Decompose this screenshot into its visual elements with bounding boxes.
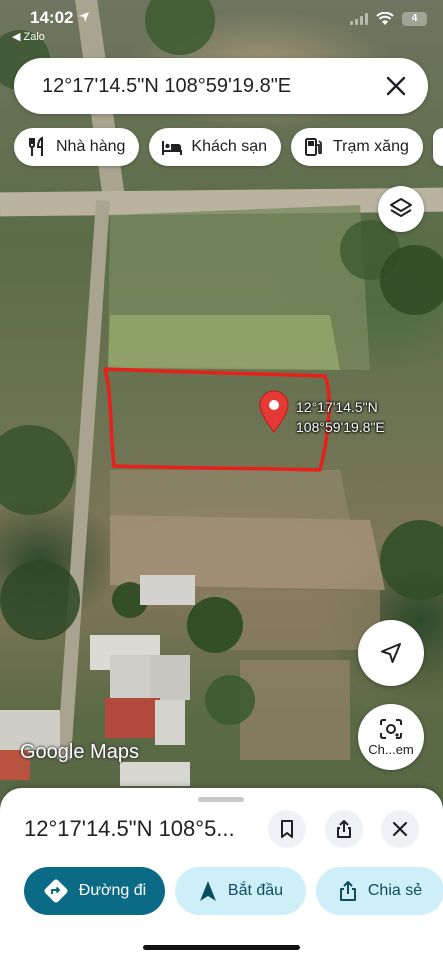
clock: 14:02 [30, 8, 74, 27]
layers-button[interactable] [378, 186, 424, 232]
gas-station-icon [305, 138, 322, 156]
layers-icon [390, 198, 412, 217]
category-chips: Nhà hàng Khách sạn Trạm xăng [14, 128, 443, 166]
my-location-button[interactable] [358, 620, 424, 686]
share-icon [337, 820, 351, 838]
chip-restaurants[interactable]: Nhà hàng [14, 128, 140, 166]
chip-gas-stations[interactable]: Trạm xăng [291, 128, 423, 166]
navigation-arrow-icon [381, 643, 401, 663]
start-label: Bắt đầu [227, 882, 284, 899]
directions-icon [44, 879, 68, 903]
save-button[interactable] [268, 810, 306, 848]
back-to-app-link[interactable]: ◀ Zalo [12, 30, 45, 43]
location-arrow-icon [79, 12, 89, 22]
chip-more[interactable] [432, 128, 443, 166]
cellular-signal-icon [350, 13, 368, 25]
pin-longitude: 108°59'19.8"E [296, 419, 385, 435]
home-indicator[interactable] [143, 945, 300, 950]
lens-button[interactable]: Ch...em [358, 704, 424, 770]
search-bar[interactable]: 12°17'14.5"N 108°59'19.8"E [14, 58, 428, 114]
status-icons: 4 [350, 12, 427, 26]
share-top-button[interactable] [325, 810, 363, 848]
close-icon[interactable] [380, 70, 412, 102]
restaurant-icon [29, 136, 43, 156]
chip-label: Nhà hàng [56, 138, 126, 155]
pin-latitude: 12°17'14.5"N [296, 399, 378, 415]
location-pin-icon[interactable] [258, 390, 290, 434]
close-sheet-button[interactable] [381, 810, 419, 848]
lens-label: Ch...em [368, 741, 414, 757]
share-label: Chia sẻ [367, 882, 423, 899]
navigation-icon [199, 881, 216, 901]
chip-hotels[interactable]: Khách sạn [149, 128, 281, 166]
chip-label: Trạm xăng [333, 138, 409, 155]
camera-lens-icon [380, 718, 402, 739]
battery-indicator: 4 [402, 12, 427, 26]
directions-label: Đường đi [78, 882, 147, 899]
action-buttons: Đường đi Bắt đầu Chia sẻ [24, 867, 443, 915]
bookmark-icon [281, 820, 293, 838]
share-button[interactable]: Chia sẻ [316, 867, 443, 915]
hotel-icon [162, 141, 183, 155]
start-button[interactable]: Bắt đầu [175, 867, 306, 915]
share-icon [339, 881, 356, 901]
place-title: 12°17'14.5"N 108°5... [24, 816, 235, 841]
search-query[interactable]: 12°17'14.5"N 108°59'19.8"E [42, 75, 291, 98]
wifi-icon [376, 12, 394, 25]
chip-label: Khách sạn [191, 138, 267, 155]
directions-button[interactable]: Đường đi [24, 867, 165, 915]
status-bar: 14:02 ◀ Zalo 4 [0, 0, 443, 50]
close-icon [392, 821, 408, 837]
sheet-drag-handle[interactable] [198, 797, 244, 802]
pin-label: 12°17'14.5"N 108°59'19.8"E [296, 397, 385, 437]
place-bottom-sheet[interactable]: 12°17'14.5"N 108°5... Đường đi Bắt đầu C… [0, 788, 443, 960]
google-maps-logo: Google Maps [20, 741, 139, 763]
